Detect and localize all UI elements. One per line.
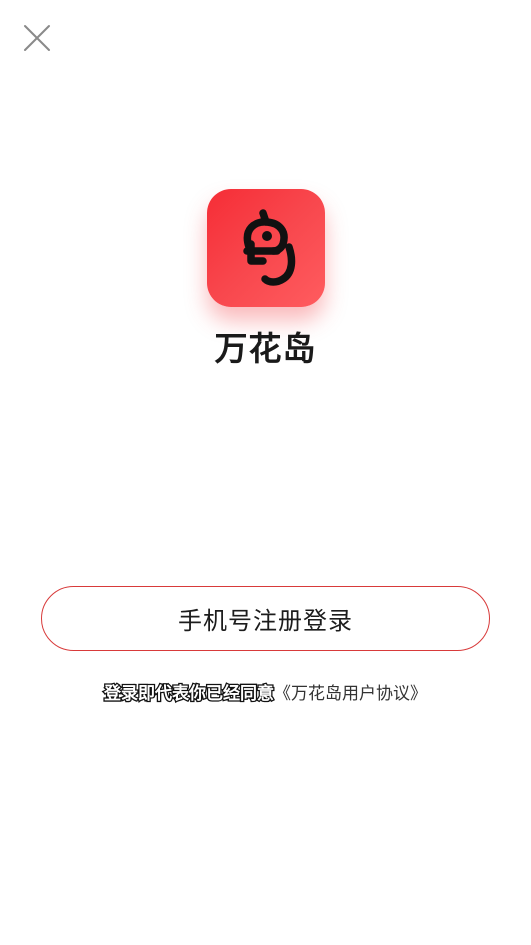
user-agreement-link[interactable]: 《万花岛用户协议》 (274, 684, 427, 704)
agreement-prefix: 登录即代表你已经同意 (103, 683, 276, 706)
app-logo-icon (207, 189, 325, 307)
agreement-text: 登录即代表你已经同意《万花岛用户协议》 (0, 682, 531, 706)
close-button[interactable] (20, 21, 54, 55)
close-icon (20, 21, 54, 55)
phone-register-login-button[interactable]: 手机号注册登录 (41, 586, 490, 651)
app-name: 万花岛 (214, 329, 317, 368)
